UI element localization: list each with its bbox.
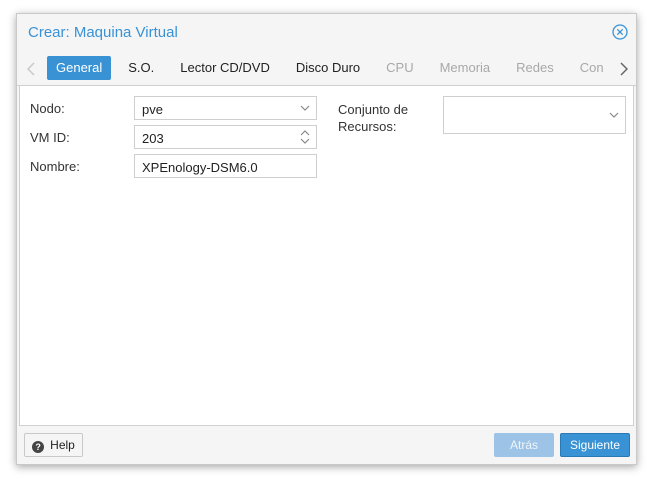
help-button[interactable]: ? Help (24, 433, 83, 457)
tab-hard-disk[interactable]: Disco Duro (287, 56, 369, 80)
name-value: XPEnology-DSM6.0 (142, 160, 258, 175)
back-button[interactable]: Atrás (494, 433, 554, 457)
tab-general[interactable]: General (47, 56, 112, 80)
tab-scroll-right-icon[interactable] (618, 59, 630, 79)
general-panel: Nodo: pve VM ID: 203 Nombre: XPEnology-D… (19, 86, 634, 426)
name-label: Nombre: (30, 159, 80, 174)
tab-network[interactable]: Redes (507, 56, 563, 80)
tab-confirm[interactable]: Con (571, 56, 613, 80)
node-select[interactable]: pve (134, 96, 317, 120)
help-button-label: Help (50, 438, 75, 452)
tabs-strip: General S.O. Lector CD/DVD Disco Duro CPU Mem… (47, 56, 614, 80)
chevron-down-icon[interactable] (607, 97, 621, 133)
resource-pool-select[interactable] (443, 96, 626, 134)
tab-cpu[interactable]: CPU (377, 56, 422, 80)
resource-pool-label-line1: Conjunto de (338, 102, 409, 117)
tab-memory[interactable]: Memoria (431, 56, 500, 80)
create-vm-dialog: Crear: Maquina Virtual General S.O. Lector… (16, 13, 637, 465)
next-button[interactable]: Siguiente (560, 433, 630, 457)
resource-pool-label: Conjunto de Recursos: (338, 101, 408, 135)
vmid-value: 203 (142, 131, 164, 146)
chevron-down-icon[interactable] (298, 97, 312, 119)
dialog-titlebar[interactable]: Crear: Maquina Virtual (17, 14, 636, 50)
resource-pool-label-line2: Recursos: (338, 119, 397, 134)
question-icon: ? (32, 441, 45, 453)
tab-os[interactable]: S.O. (119, 56, 163, 80)
name-input[interactable]: XPEnology-DSM6.0 (134, 154, 317, 178)
node-value: pve (142, 102, 163, 117)
dialog-footer: ? Help Atrás Siguiente (17, 426, 636, 464)
close-icon[interactable] (612, 24, 628, 40)
dialog-title: Crear: Maquina Virtual (28, 24, 178, 41)
vmid-label: VM ID: (30, 130, 70, 145)
spinner-arrows-icon[interactable] (298, 126, 312, 148)
node-label: Nodo: (30, 101, 65, 116)
tab-scroll-left-icon[interactable] (25, 59, 37, 79)
tab-bar: General S.O. Lector CD/DVD Disco Duro CPU Mem… (17, 50, 636, 86)
vmid-spinner[interactable]: 203 (134, 125, 317, 149)
tab-cd-dvd[interactable]: Lector CD/DVD (171, 56, 279, 80)
